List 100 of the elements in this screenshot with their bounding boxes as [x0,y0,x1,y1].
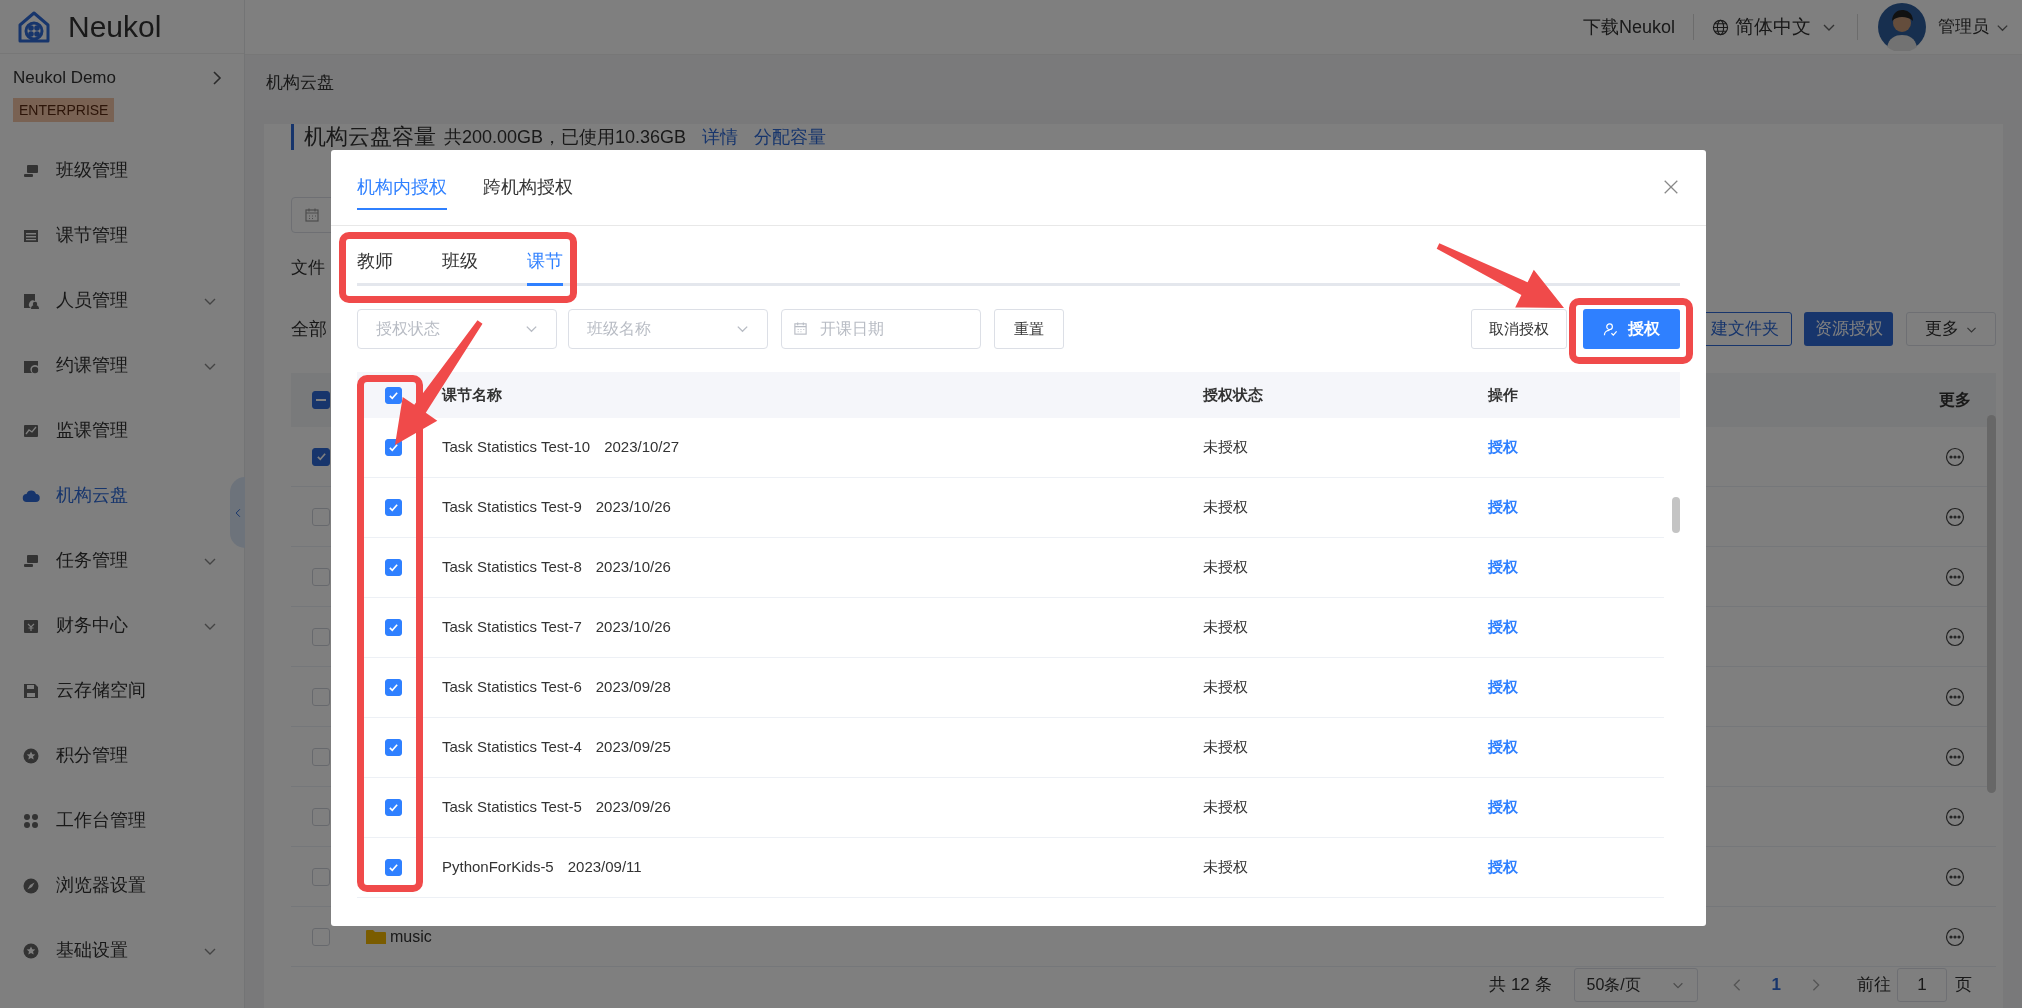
column-header: 授权状态 [1203,385,1263,403]
page-number[interactable]: 1 [1771,972,1781,998]
reset-button[interactable]: 重置 [994,309,1064,349]
grant-link[interactable]: 授权 [1488,558,1518,576]
edition-badge: ENTERPRISE [13,98,115,122]
grid-icon [22,811,40,830]
user-check-icon [1603,321,1618,337]
sidebar-item[interactable]: 课节管理 [0,203,244,268]
tab[interactable]: 班级 [442,240,478,286]
grant-link[interactable]: 授权 [1488,858,1518,876]
lesson-name: Task Statistics Test-9 [442,497,582,518]
download-link[interactable]: 下载Neukol [1582,13,1675,41]
more-icon[interactable] [1945,626,1965,647]
lesson-name: PythonForKids-5 [442,857,554,878]
brand-name: Neukol [68,9,162,45]
grant-link[interactable]: 授权 [1488,678,1518,696]
checkbox[interactable] [385,679,402,696]
user-menu[interactable]: 管理员 [1938,14,2010,40]
lesson-date: 2023/10/26 [595,557,671,578]
status-text: 未授权 [1203,798,1248,816]
column-header: 课节名称 [442,385,502,403]
sidebar-item[interactable]: 云存储空间 [0,658,244,723]
lesson-name: Task Statistics Test-8 [442,557,582,578]
check-icon [387,621,400,634]
sidebar-item[interactable]: 班级管理 [0,138,244,203]
checkbox[interactable] [385,499,402,516]
lesson-date: 2023/10/26 [595,617,671,638]
check-icon [387,681,400,694]
checkbox[interactable] [385,859,402,876]
sidebar-item[interactable]: 工作台管理 [0,788,244,853]
sidebar-item[interactable]: 约课管理 [0,333,244,398]
file-name[interactable]: music [390,924,432,949]
sidebar-item[interactable]: 基础设置 [0,918,244,983]
grant-link[interactable]: 授权 [1488,438,1518,456]
language-selector[interactable]: 简体中文 [1712,12,1837,42]
checkbox[interactable] [385,619,402,636]
link[interactable]: 详情 [702,123,739,151]
total-count: 共 12 条 [1489,974,1552,997]
scrollbar[interactable] [1672,497,1680,533]
more-icon[interactable] [1945,806,1965,827]
select-field[interactable]: 班级名称 [568,309,768,349]
breadcrumb[interactable]: 机构云盘 [266,69,334,96]
lesson-date: 2023/09/25 [595,737,671,758]
sidebar-item[interactable]: 监课管理 [0,398,244,463]
scrollbar[interactable] [1987,415,1996,793]
tab[interactable]: 跨机构授权 [483,166,573,210]
status-text: 未授权 [1203,498,1248,516]
grant-link[interactable]: 授权 [1488,738,1518,756]
sidebar-item[interactable]: 财务中心 [0,593,244,658]
sidebar-item[interactable]: 人员管理 [0,268,244,333]
grant-button[interactable]: 授权 [1583,309,1680,349]
lesson-date: 2023/09/26 [595,797,671,818]
more-button[interactable]: 更多 [1906,312,1996,346]
more-icon[interactable] [1945,866,1965,887]
avatar[interactable] [1878,3,1926,51]
grant-link[interactable]: 授权 [1488,618,1518,636]
checkbox[interactable] [385,386,402,404]
more-icon[interactable] [1945,566,1965,587]
lesson-name: Task Statistics Test-6 [442,677,582,698]
revoke-button[interactable]: 取消授权 [1471,309,1567,349]
page-input[interactable]: 1 [1897,968,1947,1002]
more-icon[interactable] [1945,506,1965,527]
checkbox[interactable] [385,439,402,456]
checkbox[interactable] [312,447,330,466]
lesson-name: Task Statistics Test-10 [442,437,591,458]
status-text: 未授权 [1203,558,1248,576]
sidebar-item[interactable]: 积分管理 [0,723,244,788]
page-size-select[interactable]: 50条/页 [1573,968,1698,1002]
tab[interactable]: 教师 [357,240,393,286]
more-icon[interactable] [1945,746,1965,767]
checkbox[interactable] [385,799,402,816]
check-icon [387,561,400,574]
status-text: 未授权 [1203,618,1248,636]
tab[interactable]: 机构内授权 [357,166,447,210]
page-label: 页 [1955,974,1972,997]
more-icon[interactable] [1945,686,1965,707]
check-icon [314,450,328,463]
check-icon [387,801,400,814]
folder-icon [366,928,386,945]
id-card-icon [22,291,40,310]
link[interactable]: 分配容量 [754,123,827,151]
date-field[interactable]: 开课日期 [781,309,981,349]
compass-icon [22,876,40,895]
authorize-button[interactable]: 资源授权 [1804,312,1893,346]
more-icon[interactable] [1945,446,1965,467]
check-icon [387,441,400,454]
tab[interactable]: 课节 [527,240,563,286]
more-icon[interactable] [1945,926,1965,947]
sidebar-item[interactable]: 浏览器设置 [0,853,244,918]
grant-link[interactable]: 授权 [1488,498,1518,516]
lesson-name: Task Statistics Test-5 [442,797,582,818]
checkbox[interactable] [385,739,402,756]
close-icon[interactable] [1662,178,1680,196]
calendar-icon [793,321,808,336]
checkbox[interactable] [385,559,402,576]
grant-link[interactable]: 授权 [1488,798,1518,816]
checkbox[interactable] [312,391,330,409]
org-name: Neukol Demo [13,67,116,90]
lesson-date: 2023/10/26 [595,497,671,518]
select-field[interactable]: 授权状态 [357,309,557,349]
